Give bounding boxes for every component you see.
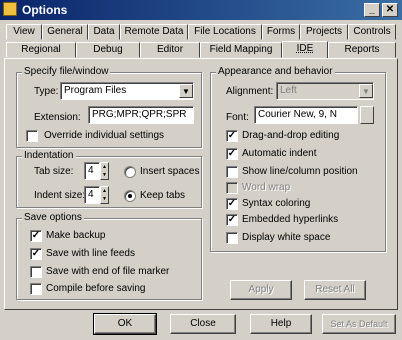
hyperlinks-checkbox[interactable]: ✓ (226, 214, 238, 226)
apply-button[interactable]: Apply (230, 280, 292, 300)
drag-drop-checkbox[interactable]: ✓ (226, 130, 238, 142)
eof-marker-label: Save with end of file marker (46, 266, 170, 277)
tab-regional[interactable]: Regional (6, 42, 76, 58)
chevron-down-icon[interactable]: ▼ (179, 84, 193, 98)
tab-controls[interactable]: Controls (348, 24, 396, 40)
indentation-group-title: Indentation (22, 150, 76, 161)
override-label: Override individual settings (44, 130, 165, 141)
type-dropdown-value: Program Files (64, 85, 127, 96)
alignment-dropdown-value: Left (280, 85, 297, 96)
appearance-group-title: Appearance and behavior (216, 66, 335, 77)
line-feeds-checkbox[interactable]: ✓ (30, 248, 42, 260)
tab-field-mapping[interactable]: Field Mapping (200, 42, 282, 58)
auto-indent-checkbox[interactable]: ✓ (226, 148, 238, 160)
type-dropdown[interactable]: Program Files (60, 82, 194, 100)
keep-tabs-radio[interactable] (124, 190, 136, 202)
line-column-checkbox[interactable] (226, 166, 238, 178)
tab-size-label: Tab size: (34, 166, 74, 177)
type-label: Type: (34, 86, 59, 97)
alignment-label: Alignment: (226, 86, 274, 97)
close-button[interactable]: Close (170, 314, 236, 334)
tab-reports[interactable]: Reports (328, 42, 396, 58)
minimize-button[interactable]: _ (364, 3, 380, 17)
set-default-button[interactable]: Set As Default (322, 314, 396, 334)
override-checkbox[interactable] (26, 130, 38, 142)
window-title: Options (22, 3, 68, 17)
hyperlinks-label: Embedded hyperlinks (242, 214, 339, 225)
compile-checkbox[interactable] (30, 283, 42, 295)
make-backup-label: Make backup (46, 230, 106, 241)
file-window-group-title: Specify file/window (22, 66, 111, 77)
syntax-coloring-label: Syntax coloring (242, 198, 311, 209)
tab-data[interactable]: Data (88, 24, 120, 40)
app-icon (3, 2, 17, 16)
compile-label: Compile before saving (46, 283, 146, 294)
alignment-chevron-icon[interactable]: ▼ (359, 84, 373, 98)
word-wrap-label: Word wrap (242, 182, 291, 193)
extension-input[interactable]: PRG;MPR;QPR;SPR (88, 106, 194, 124)
font-picker-button[interactable] (360, 106, 374, 124)
indent-size-label: Indent size: (34, 190, 86, 201)
reset-all-button[interactable]: Reset All (304, 280, 366, 300)
drag-drop-label: Drag-and-drop editing (242, 130, 340, 141)
tab-ide[interactable]: IDE (282, 41, 328, 59)
tab-editor[interactable]: Editor (140, 42, 200, 58)
font-display: Courier New, 9, N (254, 106, 358, 124)
close-window-button[interactable]: ✕ (382, 3, 398, 17)
title-bar: Options _ ✕ (0, 0, 402, 20)
tab-forms[interactable]: Forms (262, 24, 300, 40)
word-wrap-checkbox[interactable] (226, 182, 238, 194)
tab-view[interactable]: View (6, 24, 42, 40)
tab-general[interactable]: General (42, 24, 88, 40)
extension-label: Extension: (34, 112, 81, 123)
tab-size-input[interactable]: 4 (84, 162, 100, 180)
tab-remote-data[interactable]: Remote Data (120, 24, 188, 40)
save-options-group-title: Save options (22, 212, 84, 223)
keep-tabs-label: Keep tabs (140, 190, 186, 201)
make-backup-checkbox[interactable]: ✓ (30, 230, 42, 242)
white-space-checkbox[interactable] (226, 232, 238, 244)
eof-marker-checkbox[interactable] (30, 266, 42, 278)
tab-file-locations[interactable]: File Locations (188, 24, 262, 40)
indent-size-input[interactable]: 4 (84, 186, 100, 204)
indent-size-spinner[interactable]: ▲ ▼ (100, 186, 109, 204)
tab-size-spinner[interactable]: ▲ ▼ (100, 162, 109, 180)
auto-indent-label: Automatic indent (242, 148, 317, 159)
tab-projects[interactable]: Projects (300, 24, 348, 40)
line-column-label: Show line/column position (242, 166, 358, 177)
line-feeds-label: Save with line feeds (46, 248, 135, 259)
ok-button[interactable]: OK (93, 313, 157, 335)
tab-debug[interactable]: Debug (76, 42, 140, 58)
insert-spaces-label: Insert spaces (140, 166, 200, 177)
white-space-label: Display white space (242, 232, 331, 243)
help-button[interactable]: Help (250, 314, 312, 334)
insert-spaces-radio[interactable] (124, 166, 136, 178)
syntax-coloring-checkbox[interactable]: ✓ (226, 198, 238, 210)
font-label: Font: (226, 112, 249, 123)
